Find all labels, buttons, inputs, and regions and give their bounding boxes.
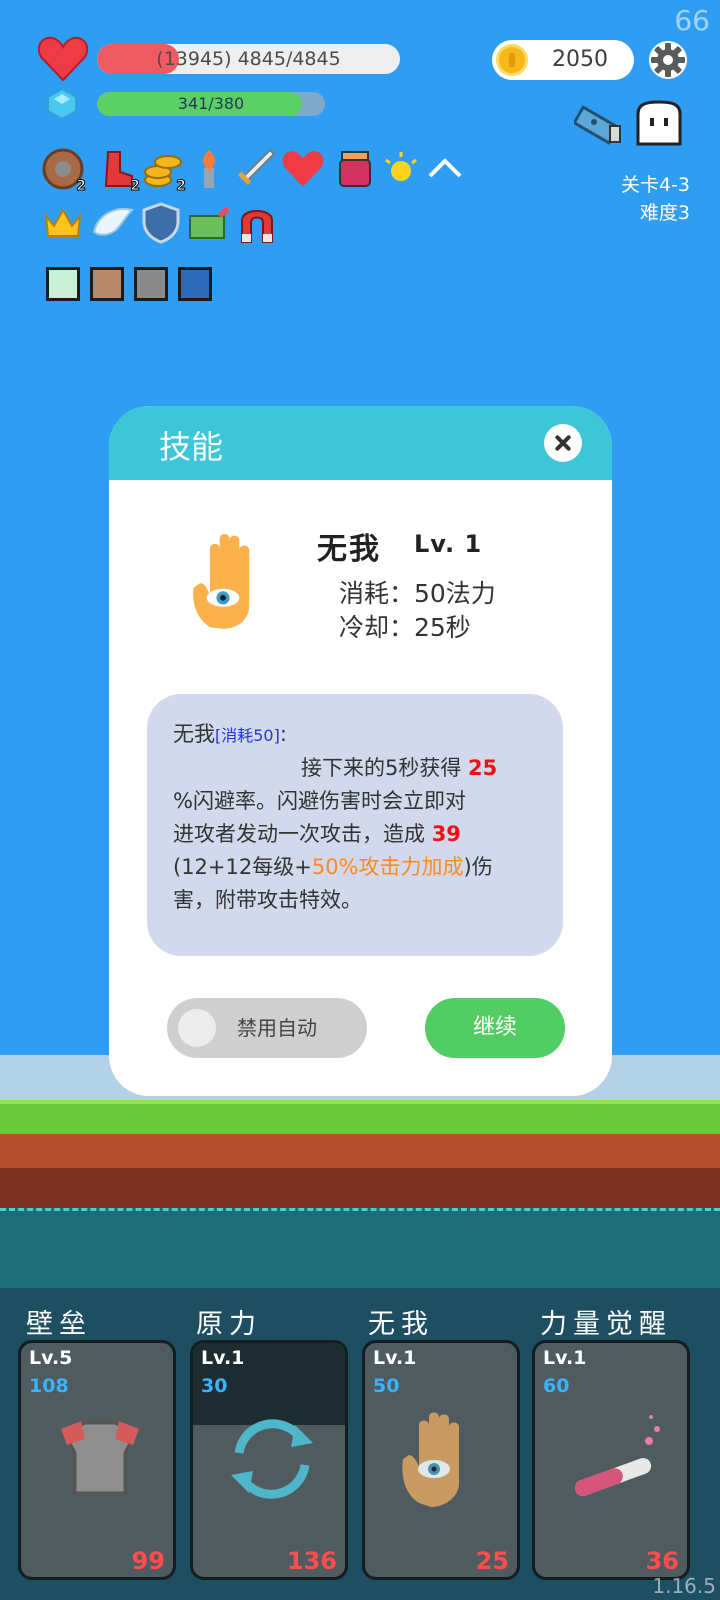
desc-name: 无我 (173, 722, 215, 746)
disable-auto-toggle[interactable]: 禁用自动 (167, 998, 367, 1058)
dungeon-flag-icon[interactable] (574, 98, 628, 146)
sword-icon[interactable] (234, 148, 276, 190)
coin-icon (496, 44, 528, 76)
potion-tube-icon (574, 1415, 660, 1496)
sun-icon[interactable] (380, 148, 422, 190)
skill-card-selfless[interactable]: Lv.1 50 25 (362, 1340, 520, 1580)
desc-value-dodge: 25 (468, 756, 498, 780)
skill-level: Lv.1 (543, 1347, 587, 1369)
mana-gem-icon (47, 88, 77, 120)
water-strip (0, 1208, 720, 1291)
mana-text: 341/380 (177, 94, 245, 113)
coin-counter: 2050 (492, 40, 634, 80)
skill-name-force: 原力 (196, 1309, 262, 1340)
red-boot-icon[interactable]: 2 (96, 148, 140, 195)
skill-description-box: 无我[消耗50]: 接下来的5秒获得 25 %闪避率。闪避伤害时会立即对 进攻者… (147, 694, 563, 956)
armor-icon (61, 1421, 139, 1495)
money-icon[interactable] (188, 202, 230, 244)
skill-card-awakening[interactable]: Lv.1 60 36 (532, 1340, 690, 1580)
eye-hand-icon (193, 534, 250, 629)
desc-cost-tag: [消耗50] (215, 726, 280, 745)
skill-cost-text: 消耗：50法力 (339, 579, 496, 608)
coin-value: 2050 (552, 47, 608, 72)
jam-jar-icon[interactable] (334, 148, 376, 190)
skill-cost: 108 (29, 1375, 69, 1397)
skill-slot-burst[interactable] (178, 267, 212, 301)
skill-slot-shield[interactable] (90, 267, 124, 301)
hp-text: (13945) 4845/4845 (156, 48, 341, 70)
hp-bar: (13945) 4845/4845 (97, 44, 400, 74)
desc-line-4a: (12+12每级+ (173, 855, 312, 879)
desc-line-1: 接下来的5秒获得 (301, 756, 469, 780)
desc-colon: : (279, 722, 287, 746)
cycle-arrows-icon (231, 1419, 313, 1499)
ground-dirt-deep (0, 1168, 720, 1208)
dialog-header: 技能 (109, 406, 612, 480)
skill-count: 99 (131, 1547, 165, 1575)
ground-grass (0, 1100, 720, 1138)
desc-line-4b: 50%攻击力加成 (311, 855, 464, 879)
fps-counter: 66 (674, 4, 710, 37)
settings-gear-icon[interactable] (648, 40, 688, 80)
coin-stack-icon[interactable]: 2 (142, 148, 186, 195)
ghost-icon[interactable] (634, 100, 684, 146)
desc-value-damage: 39 (431, 822, 461, 846)
desc-line-5: 害，附带攻击特效。 (173, 888, 362, 912)
desc-line-4c: )伤 (463, 855, 493, 879)
dialog-title: 技能 (159, 428, 224, 466)
skill-level: Lv.1 (373, 1347, 417, 1369)
skill-name-awakening: 力量觉醒 (540, 1309, 672, 1340)
shield-round-icon[interactable]: 2 (42, 148, 86, 195)
skill-cost: 60 (543, 1375, 570, 1397)
desc-line-3: 进攻者发动一次攻击，造成 (173, 822, 432, 846)
skill-name-bulwark: 壁垒 (26, 1309, 92, 1340)
stage-label: 关卡4-3 (620, 174, 690, 196)
eye-hand-icon (402, 1412, 459, 1507)
skill-cooldown-text: 冷却：25秒 (339, 613, 471, 642)
wing-icon[interactable] (92, 202, 134, 244)
skill-count: 136 (286, 1547, 337, 1575)
version-label: 1.16.5 (652, 1574, 716, 1598)
skill-card-bulwark[interactable]: Lv.5 108 99 (18, 1340, 176, 1580)
mana-bar: 341/380 (97, 92, 325, 116)
skill-dialog: 技能 无我 Lv. 1 消耗：50法力 冷却：25秒 无我[消耗50]: 接下来… (109, 406, 612, 1096)
skill-slot-light[interactable] (46, 267, 80, 301)
toggle-knob (178, 1009, 216, 1047)
skill-level: Lv.1 (201, 1347, 245, 1369)
heart-item-icon[interactable] (282, 148, 324, 190)
magnet-icon[interactable] (236, 202, 278, 244)
heart-icon (38, 36, 88, 82)
skill-slot-slash[interactable] (134, 267, 168, 301)
close-icon[interactable] (544, 424, 582, 462)
desc-line-2: %闪避率。闪避伤害时会立即对 (173, 789, 466, 813)
ground-dirt (0, 1134, 720, 1168)
skill-title-level: Lv. 1 (414, 530, 483, 558)
skill-name-selfless: 无我 (368, 1309, 434, 1340)
continue-button[interactable]: 继续 (425, 998, 565, 1058)
skill-cost: 50 (373, 1375, 400, 1397)
skill-count: 25 (475, 1547, 509, 1575)
crown-icon[interactable] (42, 202, 84, 244)
skill-level: Lv.5 (29, 1347, 73, 1369)
skill-cost: 30 (201, 1375, 228, 1397)
blue-shield-icon[interactable] (140, 202, 182, 244)
skill-card-force[interactable]: Lv.1 30 136 (190, 1340, 348, 1580)
skill-count: 36 (645, 1547, 679, 1575)
collapse-chevron-icon[interactable] (424, 150, 466, 192)
difficulty-label: 难度3 (639, 202, 690, 224)
skill-title: 无我 (317, 532, 381, 567)
toggle-label: 禁用自动 (237, 1016, 317, 1040)
skill-description: 无我[消耗50]: 接下来的5秒获得 25 %闪避率。闪避伤害时会立即对 进攻者… (173, 718, 541, 917)
torch-icon[interactable] (188, 148, 230, 190)
